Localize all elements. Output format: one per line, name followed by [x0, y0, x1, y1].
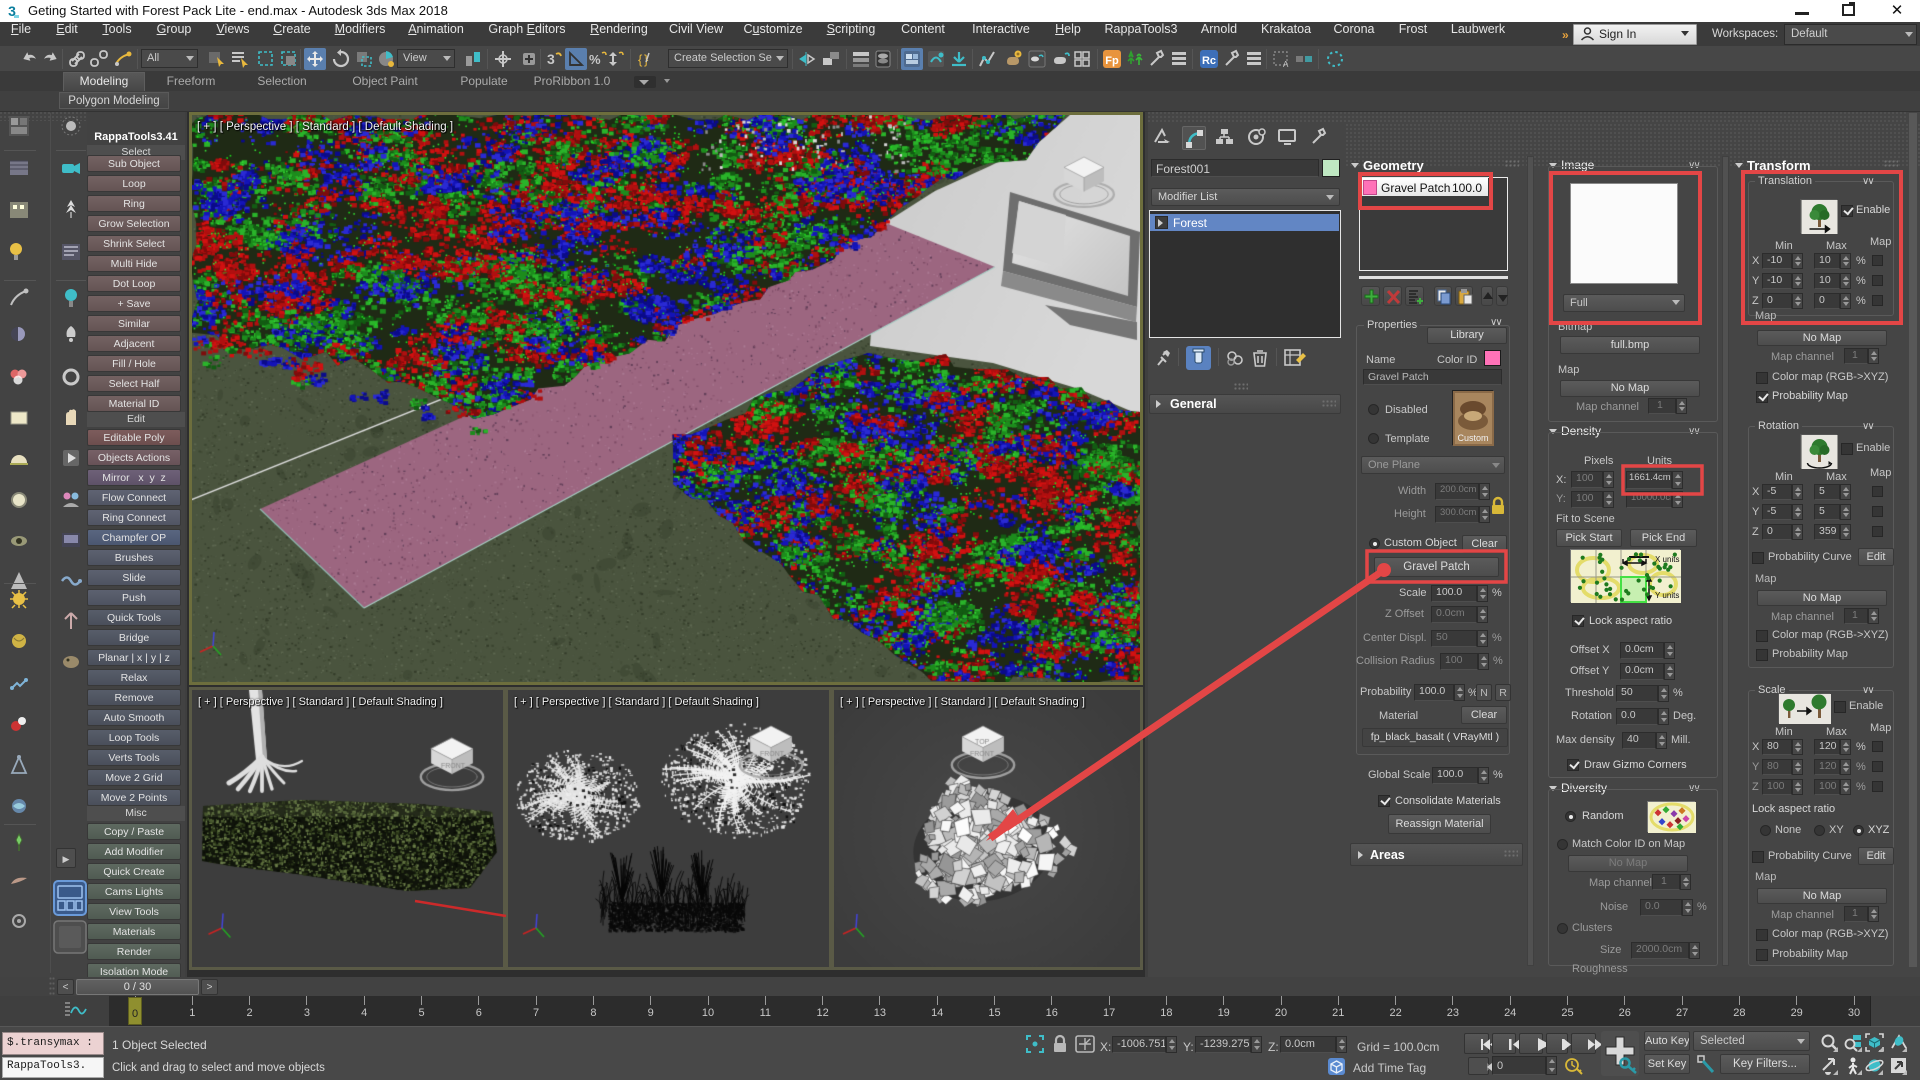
svg-text:{: { [638, 52, 643, 67]
svg-text:Rc: Rc [1202, 55, 1216, 67]
svg-text:Custom: Custom [1457, 433, 1488, 443]
svg-text:Y units: Y units [1655, 591, 1679, 600]
svg-text:%: % [589, 52, 601, 67]
svg-text:Fp: Fp [1105, 55, 1119, 67]
svg-text:A: A [1283, 60, 1289, 69]
svg-text:3: 3 [547, 51, 555, 67]
